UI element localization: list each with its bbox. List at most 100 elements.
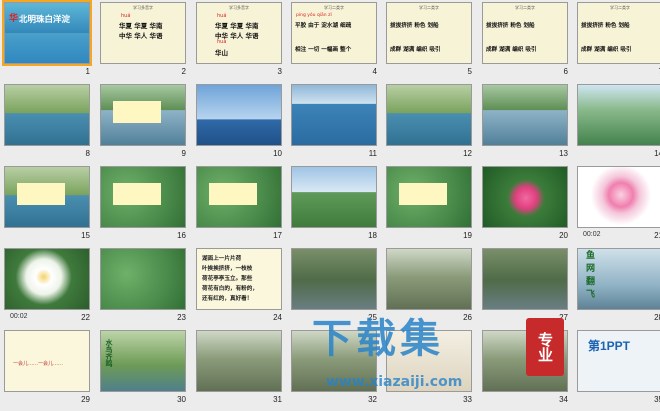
slide-picture bbox=[5, 249, 89, 309]
slide-thumbnail-29[interactable]: 一会儿……一会儿…… bbox=[4, 330, 90, 392]
slide-number-31: 31 bbox=[273, 395, 282, 404]
slide-thumbnail-16[interactable] bbox=[100, 166, 186, 228]
pinyin-label: huá bbox=[217, 13, 227, 19]
slide-number-15: 15 bbox=[81, 231, 90, 240]
birds-picture bbox=[101, 331, 185, 391]
text-box bbox=[399, 183, 447, 205]
slide-picture bbox=[101, 249, 185, 309]
slide-picture bbox=[483, 167, 567, 227]
word-line-2: 成群 湖满 编织 吸引 bbox=[390, 47, 441, 53]
slide-sorter-grid: 北明珠白洋淀华 1 学习多音字 huá 华夏 华夏 华南 中华 华人 华语 2 学习多音字 hu… bbox=[0, 0, 660, 411]
slide-thumbnail-1[interactable]: 北明珠白洋淀华 bbox=[2, 0, 92, 66]
slide-thumbnail-11[interactable] bbox=[291, 84, 377, 146]
slide-thumbnail-3[interactable]: 学习多音字 huá 华夏 华夏 华南 中华 华人 华语 huà 华山 bbox=[196, 2, 282, 64]
slide-thumbnail-4[interactable]: 学习二类字 píng yóu qiān zǐ 平胶 由于 淀水湖 细疏 相注 一切 一… bbox=[291, 2, 377, 64]
slide-picture bbox=[197, 331, 281, 391]
slide-number-11: 11 bbox=[368, 149, 377, 158]
slide-number-24: 24 bbox=[273, 313, 282, 322]
slide-thumbnail-35[interactable]: 第1PPT bbox=[577, 330, 660, 392]
slide-thumbnail-26[interactable] bbox=[386, 248, 472, 310]
slide-header: 学习二类字 bbox=[419, 5, 439, 10]
slide-thumbnail-21[interactable] bbox=[577, 166, 660, 228]
watermark-title: 下载集 bbox=[312, 315, 444, 362]
slide-thumbnail-27[interactable] bbox=[482, 248, 568, 310]
poem-line-4: 荷花有白的，有粉的， bbox=[202, 286, 258, 292]
slide-thumbnail-8[interactable] bbox=[4, 84, 90, 146]
slide-number-16: 16 bbox=[177, 231, 186, 240]
word-line-2: 相注 一切 一幅画 整个 bbox=[295, 47, 352, 53]
watermark-url: www.xiazaiji.com bbox=[326, 374, 463, 390]
slide-thumbnail-13[interactable] bbox=[482, 84, 568, 146]
slide-header: 学习多音字 bbox=[133, 5, 153, 10]
slide-thumbnail-9[interactable] bbox=[100, 84, 186, 146]
slide-thumbnail-15[interactable] bbox=[4, 166, 90, 228]
slide-number-35: 35 bbox=[654, 395, 660, 404]
word-line-2: 中华 华人 华语 bbox=[119, 32, 163, 40]
brand-logo: 第1PPT bbox=[588, 339, 631, 353]
slide-number-20: 20 bbox=[559, 231, 568, 240]
slide-number-8: 8 bbox=[85, 149, 90, 158]
pinyin-label: huá bbox=[121, 13, 131, 19]
slide-thumbnail-18[interactable] bbox=[291, 166, 377, 228]
slide-thumbnail-31[interactable] bbox=[196, 330, 282, 392]
slide-thumbnail-25[interactable] bbox=[291, 248, 377, 310]
slide-thumbnail-2[interactable]: 学习多音字 huá 华夏 华夏 华南 中华 华人 华语 bbox=[100, 2, 186, 64]
word-line-1: 拔拔挤挤 粉色 划船 bbox=[390, 23, 439, 29]
slide-title: 北明珠白洋淀 bbox=[19, 15, 71, 25]
slide-number-18: 18 bbox=[368, 231, 377, 240]
slide-number-14: 14 bbox=[654, 149, 660, 158]
slide-thumbnail-28[interactable]: 鱼网翻飞 bbox=[577, 248, 660, 310]
slide-thumbnail-19[interactable] bbox=[386, 166, 472, 228]
caption-char-1: 鱼 bbox=[586, 251, 596, 261]
slide-number-28: 28 bbox=[654, 313, 660, 322]
slide-thumbnail-20[interactable] bbox=[482, 166, 568, 228]
slide-number-17: 17 bbox=[273, 231, 282, 240]
slide-thumbnail-6[interactable]: 学习二类字拔拔挤挤 粉色 划船 成群 湖满 编织 吸引 bbox=[482, 2, 568, 64]
lake-picture bbox=[5, 33, 89, 63]
slide-thumbnail-10[interactable] bbox=[196, 84, 282, 146]
slide-number-29: 29 bbox=[81, 395, 90, 404]
slide-number-23: 23 bbox=[177, 313, 186, 322]
slide-timing: 00:02 bbox=[10, 313, 28, 320]
slide-number-5: 5 bbox=[467, 67, 472, 76]
slide-number-32: 32 bbox=[368, 395, 377, 404]
slide-number-33: 33 bbox=[463, 395, 472, 404]
word-line-2: 成群 湖满 编织 吸引 bbox=[486, 47, 537, 53]
caption-char-4: 飞 bbox=[586, 290, 596, 300]
slide-picture bbox=[578, 85, 660, 145]
slide-header: 学习二类字 bbox=[515, 5, 535, 10]
slide-thumbnail-30[interactable]: 水鸟齐鸣 bbox=[100, 330, 186, 392]
slide-thumbnail-12[interactable] bbox=[386, 84, 472, 146]
poem-line-5: 还有红的，真好看！ bbox=[202, 296, 253, 302]
slide-thumbnail-22[interactable] bbox=[4, 248, 90, 310]
slide-thumbnail-7[interactable]: 学习二类字拔拔挤挤 粉色 划船 成群 湖满 编织 吸引 bbox=[577, 2, 660, 64]
slide-picture bbox=[483, 85, 567, 145]
slide-header: 学习多音字 bbox=[229, 5, 249, 10]
slide-number-2: 2 bbox=[181, 67, 186, 76]
word-line-1: 拔拔挤挤 粉色 划船 bbox=[581, 23, 630, 29]
slide-number-4: 4 bbox=[372, 67, 377, 76]
poem-line-3: 荷花亭亭玉立。那些 bbox=[202, 276, 253, 282]
slide-thumbnail-5[interactable]: 学习二类字拔拔挤挤 粉色 划船 成群 湖满 编织 吸引 bbox=[386, 2, 472, 64]
slide-text: 一会儿……一会儿…… bbox=[13, 361, 64, 367]
slide-picture bbox=[5, 85, 89, 145]
slide-thumbnail-14[interactable] bbox=[577, 84, 660, 146]
slide-number-22: 22 bbox=[81, 313, 90, 322]
slide-header: 学习二类字 bbox=[610, 5, 630, 10]
watermark-badge: 专业 bbox=[526, 318, 564, 376]
word-line-1: 华夏 华夏 华南 bbox=[119, 22, 163, 30]
slide-number-7: 7 bbox=[643, 67, 660, 76]
slide-thumbnail-17[interactable] bbox=[196, 166, 282, 228]
caption-char-2: 网 bbox=[586, 264, 596, 274]
slide-thumbnail-24[interactable]: 湖面上一片片荷 叶挨挨挤挤，一枝枝 荷花亭亭玉立。那些 荷花有白的，有粉的， 还有红的，… bbox=[196, 248, 282, 310]
pinyin-label-2: huà bbox=[217, 39, 227, 45]
slide-picture bbox=[292, 167, 376, 227]
text-box bbox=[113, 101, 161, 123]
slide-number-9: 9 bbox=[181, 149, 186, 158]
slide-number-10: 10 bbox=[273, 149, 282, 158]
slide-number-34: 34 bbox=[559, 395, 568, 404]
slide-number-13: 13 bbox=[559, 149, 568, 158]
word-line-2: 成群 湖满 编织 吸引 bbox=[581, 47, 632, 53]
word-line-1: 拔拔挤挤 粉色 划船 bbox=[486, 23, 535, 29]
slide-thumbnail-23[interactable] bbox=[100, 248, 186, 310]
